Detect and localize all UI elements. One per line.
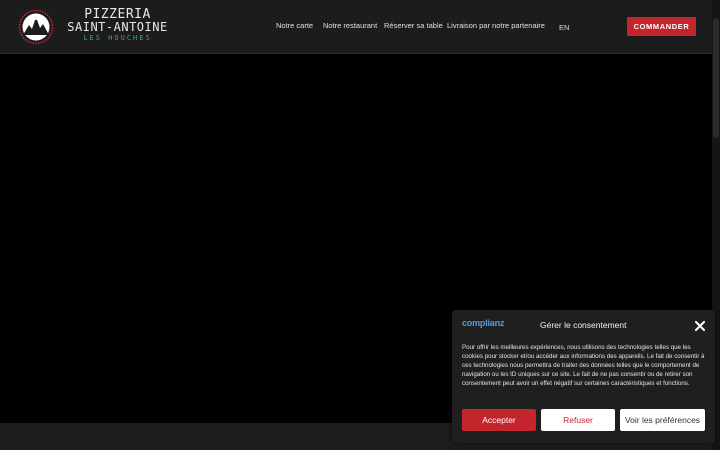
refuse-button[interactable]: Refuser [541, 409, 615, 431]
complianz-logo: complianz [462, 318, 505, 328]
accept-button[interactable]: Accepter [462, 409, 536, 431]
nav-item-restaurant[interactable]: Notre restaurant [323, 21, 377, 30]
site-logo[interactable]: PIZZERIA SAINT-ANTOINE LES HOUCHES [18, 8, 178, 47]
nav-item-livraison[interactable]: Livraison par notre partenaire [447, 21, 545, 30]
nav-item-reserver[interactable]: Réserver sa table [384, 21, 443, 30]
consent-text: Pour offrir les meilleures expériences, … [462, 344, 705, 387]
logo-badge-icon [18, 9, 54, 45]
logo-line-location: LES HOUCHES [83, 34, 152, 42]
cookie-consent-dialog: complianz Gérer le consentement Pour off… [452, 310, 715, 443]
nav-item-carte[interactable]: Notre carte [276, 21, 313, 30]
close-icon[interactable] [695, 321, 705, 331]
language-switch[interactable]: EN [559, 23, 569, 32]
logo-line-name: SAINT-ANTOINE [67, 20, 168, 34]
order-button[interactable]: COMMANDER [627, 17, 696, 36]
preferences-button[interactable]: Voir les préférences [620, 409, 705, 431]
site-header: PIZZERIA SAINT-ANTOINE LES HOUCHES Notre… [0, 0, 720, 54]
scrollbar-thumb[interactable] [713, 18, 719, 138]
consent-title: Gérer le consentement [540, 320, 627, 330]
